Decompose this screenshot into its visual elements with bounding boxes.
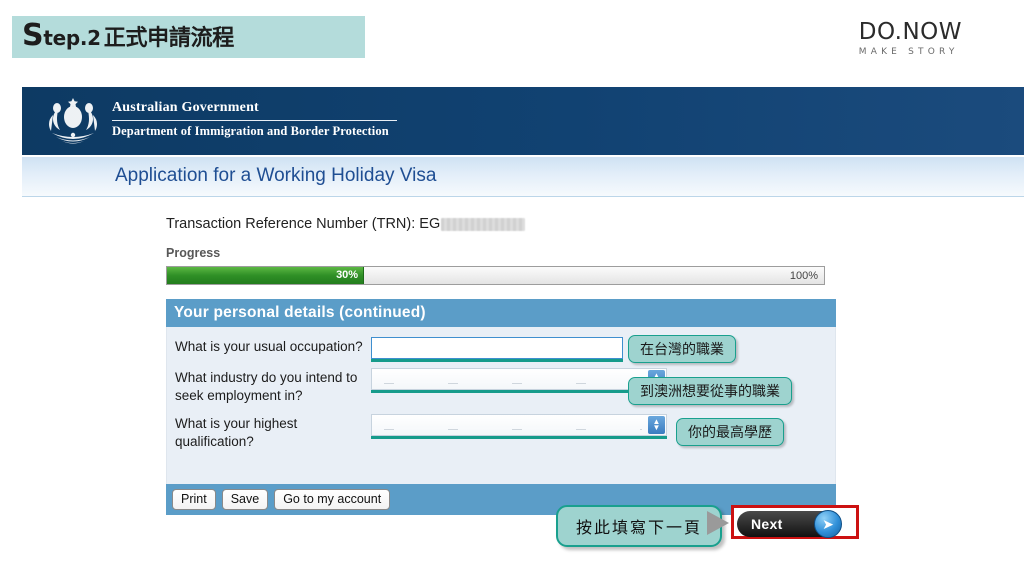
form-section-title: Your personal details (continued)	[166, 299, 836, 327]
field-wrap-industry: ▲▼	[371, 368, 667, 390]
step-banner: Step.2 正式申請流程	[12, 16, 365, 58]
page-root: Step.2 正式申請流程 DO.NOW MAKE STORY Australi…	[0, 0, 1024, 564]
callout-occupation: 在台灣的職業	[628, 335, 736, 363]
label-qualification: What is your highest qualification?	[175, 416, 298, 449]
industry-select-value	[384, 382, 642, 384]
progress-end-percent: 100%	[789, 270, 818, 282]
progress-current-percent: 30%	[336, 269, 359, 281]
progress-bar: 30% 100%	[166, 266, 825, 285]
qualification-select[interactable]: ▲ ▼	[371, 414, 667, 436]
trn-value: EG	[419, 216, 441, 232]
step-number: tep.2	[43, 25, 101, 50]
go-to-my-account-button[interactable]: Go to my account	[274, 489, 391, 510]
field-wrap-occupation	[371, 337, 623, 359]
callout-industry: 到澳洲想要從事的職業	[628, 377, 792, 405]
chevron-updown-icon[interactable]: ▲▼	[648, 416, 665, 434]
circle-arrow-right-icon: ➤	[814, 510, 842, 538]
trn-redacted-value	[441, 217, 526, 231]
industry-select[interactable]: ▲▼	[371, 368, 667, 390]
print-button[interactable]: Print	[172, 489, 216, 510]
progress-bar-fill: 30%	[167, 267, 365, 284]
brand-name: DO.NOW	[858, 19, 962, 45]
step-chinese-title: 正式申請流程	[103, 25, 235, 51]
government-banner: Australian Government Department of Immi…	[22, 87, 1024, 155]
government-divider	[112, 120, 397, 121]
field-wrap-qualification: ▲ ▼	[371, 414, 667, 436]
qualification-select-value	[384, 428, 642, 430]
transaction-reference-number: Transaction Reference Number (TRN): EG	[166, 216, 526, 232]
page-title-band: Application for a Working Holiday Visa	[22, 157, 1024, 197]
australian-coat-of-arms-icon	[49, 98, 97, 144]
form-panel: Your personal details (continued) What i…	[166, 299, 836, 515]
government-line2: Department of Immigration and Border Pro…	[112, 124, 389, 138]
next-button-highlight: Next ➤	[731, 505, 859, 539]
label-industry: What industry do you intend to seek empl…	[175, 370, 358, 403]
progress-label: Progress	[166, 246, 221, 260]
callout-qualification: 你的最高學歷	[676, 418, 784, 446]
step-initial: S	[22, 17, 44, 53]
government-text: Australian Government Department of Immi…	[112, 100, 397, 139]
label-usual-occupation: What is your usual occupation?	[175, 339, 363, 354]
save-button[interactable]: Save	[221, 489, 269, 510]
brand-tagline: MAKE STORY	[858, 47, 959, 57]
brand-logo: DO.NOW MAKE STORY	[859, 20, 962, 59]
government-line1: Australian Government	[112, 100, 259, 115]
next-button-label: Next	[751, 516, 783, 532]
page-title: Application for a Working Holiday Visa	[115, 165, 437, 186]
usual-occupation-input[interactable]	[371, 337, 623, 359]
trn-label: Transaction Reference Number (TRN):	[166, 216, 420, 232]
next-button[interactable]: Next ➤	[737, 510, 842, 538]
callout-next-instruction: 按此填寫下一頁	[556, 505, 723, 547]
triangle-right-icon	[707, 511, 729, 535]
